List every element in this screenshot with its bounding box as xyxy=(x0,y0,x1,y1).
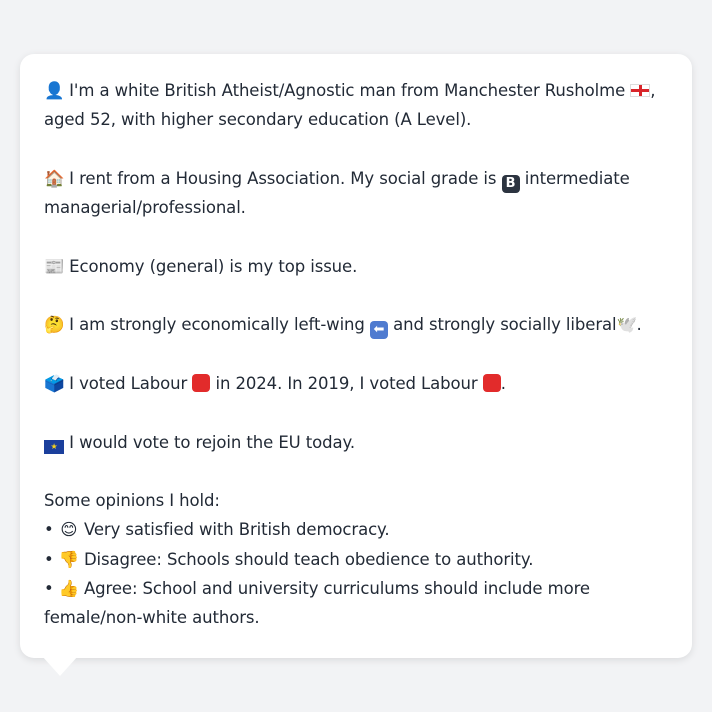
opinion-item: • 😊 Very satisfied with British democrac… xyxy=(44,515,668,544)
smile-icon: 😊 xyxy=(60,520,78,540)
vote-2024-text: I voted Labour xyxy=(69,373,188,393)
age-education-text: aged 52, with higher secondary education… xyxy=(44,110,472,130)
profile-card: 👤 I'm a white British Atheist/Agnostic m… xyxy=(20,54,692,658)
eu-flag-icon: ★ xyxy=(44,439,64,454)
newspaper-icon: 📰 xyxy=(44,256,65,276)
housing-text: I rent from a Housing Association. My so… xyxy=(69,168,497,188)
left-arrow-icon: ⬅ xyxy=(369,321,388,340)
labour-red-icon xyxy=(192,373,211,392)
identity-text: I'm a white British Atheist/Agnostic man… xyxy=(69,81,626,100)
england-flag-icon xyxy=(630,84,651,97)
thumbs-down-icon: 👎 xyxy=(58,549,80,569)
grade-b-icon: B xyxy=(501,174,520,193)
grade-text-cont: managerial/professional. xyxy=(44,198,246,218)
person-icon: 👤 xyxy=(44,81,65,100)
vote-2019-text: in 2024. In 2019, I voted Labour xyxy=(215,373,478,393)
ballot-icon: 🗳️ xyxy=(44,373,65,393)
opinion-item: • 👍 Agree: School and university curricu… xyxy=(44,574,668,603)
grade-text: intermediate xyxy=(524,168,630,188)
economic-text: I am strongly economically left-wing xyxy=(69,315,365,335)
social-text: and strongly socially liberal xyxy=(393,315,617,335)
eu-text: I would vote to rejoin the EU today. xyxy=(69,432,355,452)
dove-icon: 🕊️ xyxy=(616,315,638,335)
labour-red-icon xyxy=(482,373,501,392)
thumbs-up-icon: 👍 xyxy=(58,579,80,599)
thinking-icon: 🤔 xyxy=(44,315,65,335)
house-icon: 🏠 xyxy=(44,168,65,188)
top-issue-text: Economy (general) is my top issue. xyxy=(69,256,358,276)
opinion-item-cont: female/non-white authors. xyxy=(44,608,260,628)
opinions-heading: Some opinions I hold: xyxy=(44,491,220,511)
speech-bubble-tail xyxy=(42,656,78,676)
opinion-item: • 👎 Disagree: Schools should teach obedi… xyxy=(44,545,668,574)
